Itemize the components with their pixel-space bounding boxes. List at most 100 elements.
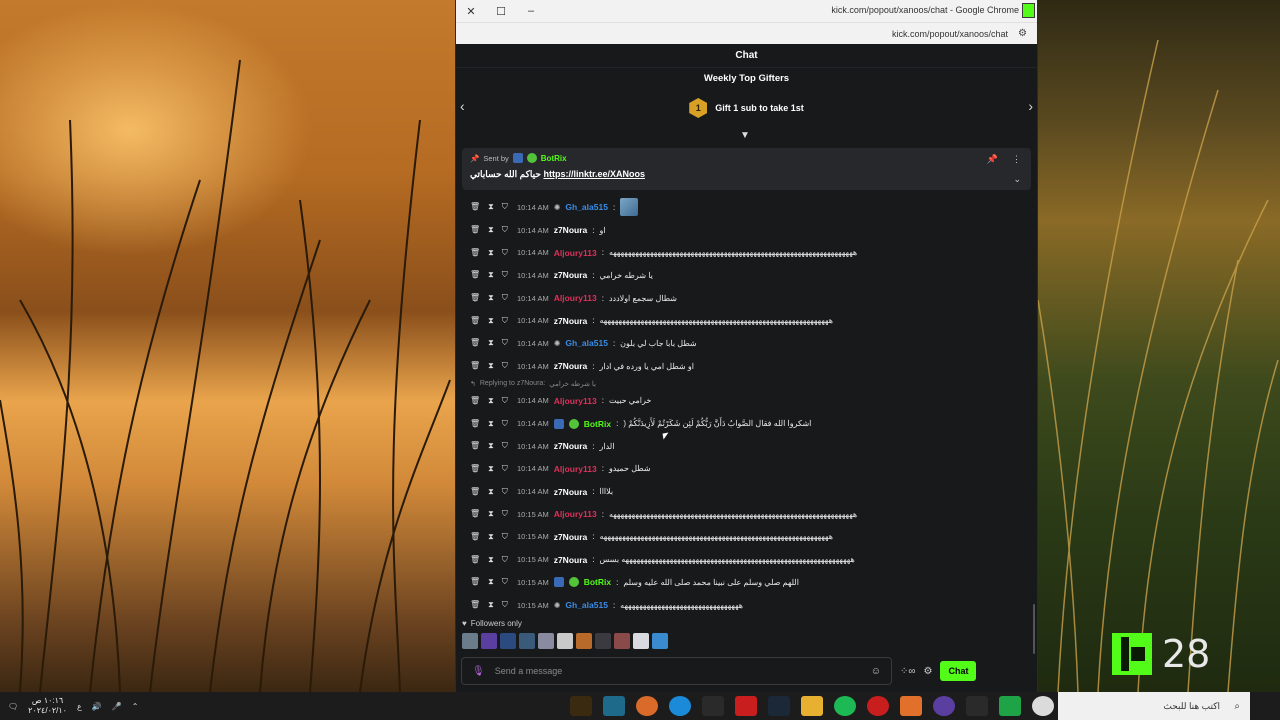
delete-icon[interactable]: 🗑: [470, 316, 480, 326]
timeout-icon[interactable]: ⧗: [488, 419, 494, 429]
delete-icon[interactable]: 🗑: [470, 441, 480, 451]
url-text[interactable]: kick.com/popout/xanoos/chat: [892, 29, 1008, 39]
message-input[interactable]: 🎙 Send a message ☺: [461, 657, 892, 685]
delete-icon[interactable]: 🗑: [470, 509, 480, 519]
edge-icon[interactable]: [669, 696, 691, 716]
delete-icon[interactable]: 🗑: [470, 361, 480, 371]
timeout-icon[interactable]: ⧗: [488, 464, 494, 474]
app-icon[interactable]: [702, 696, 724, 716]
username[interactable]: Aljoury113: [554, 464, 597, 474]
username[interactable]: z7Noura: [554, 316, 588, 326]
username[interactable]: z7Noura: [554, 441, 588, 451]
chat-message[interactable]: 🗑 ⧗ ⛉ 10:14 AM z7Noura: او شطل امي يا ورده في…: [470, 355, 1037, 378]
volume-icon[interactable]: 🔊: [92, 702, 102, 711]
chat-message[interactable]: 🗑 ⧗ ⛉ 10:15 AM ✺ Gh_ala515: هههههههههههههههههه…: [470, 594, 1037, 617]
settings-gear-icon[interactable]: ⚙: [924, 666, 933, 677]
search-icon[interactable]: ⌕: [1234, 701, 1240, 712]
timeout-icon[interactable]: ⧗: [488, 293, 494, 303]
timeout-icon[interactable]: ⧗: [488, 396, 494, 406]
delete-icon[interactable]: 🗑: [470, 487, 480, 497]
message-input-placeholder[interactable]: Send a message: [495, 666, 563, 676]
username[interactable]: Aljoury113: [554, 509, 597, 519]
ban-icon[interactable]: ⛉: [502, 441, 508, 451]
delete-icon[interactable]: 🗑: [470, 225, 480, 235]
ban-icon[interactable]: ⛉: [502, 555, 508, 565]
app-icon[interactable]: [867, 696, 889, 716]
emoji-icon[interactable]: ☺: [871, 666, 881, 677]
username[interactable]: BotRix: [584, 419, 611, 429]
more-options-icon[interactable]: ⋮: [1012, 154, 1021, 165]
app-icon[interactable]: [999, 696, 1021, 716]
channel-points-icon[interactable]: ⁘∞: [900, 666, 916, 677]
username[interactable]: z7Noura: [554, 270, 588, 280]
chevron-right-icon[interactable]: ›: [1028, 98, 1033, 114]
username[interactable]: z7Noura: [554, 555, 588, 565]
username[interactable]: BotRix: [584, 577, 611, 587]
timeout-icon[interactable]: ⧗: [488, 487, 494, 497]
avatar[interactable]: [500, 633, 516, 649]
expand-icon[interactable]: ⌄: [1013, 174, 1021, 185]
ban-icon[interactable]: ⛉: [502, 293, 508, 303]
ban-icon[interactable]: ⛉: [502, 532, 508, 542]
ban-icon[interactable]: ⛉: [502, 577, 508, 587]
microphone-icon[interactable]: 🎤: [112, 702, 122, 711]
avatar[interactable]: [576, 633, 592, 649]
timeout-icon[interactable]: ⧗: [488, 532, 494, 542]
search-placeholder[interactable]: اكتب هنا للبحث: [1163, 701, 1220, 712]
chat-message[interactable]: 🗑 ⧗ ⛉ 10:15 AM Aljoury113: هههههههههههههههههه…: [470, 503, 1037, 526]
delete-icon[interactable]: 🗑: [470, 532, 480, 542]
timeout-icon[interactable]: ⧗: [488, 316, 494, 326]
ban-icon[interactable]: ⛉: [502, 361, 508, 371]
search-box[interactable]: اكتب هنا للبحث ⌕: [1058, 692, 1250, 720]
chat-message[interactable]: 🗑 ⧗ ⛉ 10:14 AM z7Noura: الدار: [470, 435, 1037, 458]
timeout-icon[interactable]: ⧗: [488, 509, 494, 519]
username[interactable]: Aljoury113: [554, 293, 597, 303]
close-icon[interactable]: ✕: [456, 0, 486, 22]
message-list[interactable]: 🗑 ⧗ ⛉ 10:14 AM ✺ Gh_ala515: 🗑 ⧗ ⛉ 10:14 AM z7Noura…: [456, 196, 1037, 658]
avatar[interactable]: [462, 633, 478, 649]
avatar[interactable]: [538, 633, 554, 649]
app-icon[interactable]: [735, 696, 757, 716]
username[interactable]: z7Noura: [554, 487, 588, 497]
ban-icon[interactable]: ⛉: [502, 509, 508, 519]
chat-message[interactable]: 🗑 ⧗ ⛉ 10:14 AM z7Noura: بلاااا: [470, 480, 1037, 503]
chat-message[interactable]: 🗑 ⧗ ⛉ 10:14 AM BotRix: اشكروا الله فقال الصَّ…: [470, 412, 1037, 435]
ban-icon[interactable]: ⛉: [502, 338, 508, 348]
notification-icon[interactable]: 🗨: [8, 702, 18, 711]
scrollbar[interactable]: [1033, 604, 1035, 654]
chat-message[interactable]: 🗑 ⧗ ⛉ 10:14 AM z7Noura: يا شرطه خرامي: [470, 264, 1037, 287]
delete-icon[interactable]: 🗑: [470, 419, 480, 429]
username[interactable]: z7Noura: [554, 361, 588, 371]
username[interactable]: Aljoury113: [554, 248, 597, 258]
timeout-icon[interactable]: ⧗: [488, 225, 494, 235]
delete-icon[interactable]: 🗑: [470, 202, 480, 212]
ban-icon[interactable]: ⛉: [502, 225, 508, 235]
timeout-icon[interactable]: ⧗: [488, 555, 494, 565]
chat-message[interactable]: 🗑 ⧗ ⛉ 10:14 AM ✺ Gh_ala515:: [470, 196, 1037, 219]
address-bar[interactable]: kick.com/popout/xanoos/chat ⚙: [456, 22, 1037, 44]
timeout-icon[interactable]: ⧗: [488, 361, 494, 371]
clock[interactable]: ١٠:١٦ ص ٢٠٢٤/٠٢/١٠: [28, 696, 67, 716]
avatar[interactable]: [595, 633, 611, 649]
delete-icon[interactable]: 🗑: [470, 464, 480, 474]
language-indicator[interactable]: ع: [77, 702, 82, 711]
app-icon[interactable]: [603, 696, 625, 716]
delete-icon[interactable]: 🗑: [470, 248, 480, 258]
file-explorer-icon[interactable]: [801, 696, 823, 716]
ban-icon[interactable]: ⛉: [502, 600, 508, 610]
ban-icon[interactable]: ⛉: [502, 487, 508, 497]
timeout-icon[interactable]: ⧗: [488, 338, 494, 348]
avatar[interactable]: [614, 633, 630, 649]
ban-icon[interactable]: ⛉: [502, 270, 508, 280]
chat-message[interactable]: 🗑 ⧗ ⛉ 10:15 AM z7Noura: ههههههههههههههههههههه…: [470, 526, 1037, 549]
chat-message[interactable]: 🗑 ⧗ ⛉ 10:14 AM ✺ Gh_ala515: شطل بابا جاب لي بل…: [470, 332, 1037, 355]
timeout-icon[interactable]: ⧗: [488, 248, 494, 258]
username[interactable]: z7Noura: [554, 225, 588, 235]
chat-message[interactable]: 🗑 ⧗ ⛉ 10:14 AM Aljoury113: خرامي حبيت: [470, 390, 1037, 413]
username[interactable]: z7Noura: [554, 532, 588, 542]
delete-icon[interactable]: 🗑: [470, 270, 480, 280]
epic-games-icon[interactable]: [966, 696, 988, 716]
app-icon[interactable]: [570, 696, 592, 716]
app-icon[interactable]: [636, 696, 658, 716]
delete-icon[interactable]: 🗑: [470, 396, 480, 406]
